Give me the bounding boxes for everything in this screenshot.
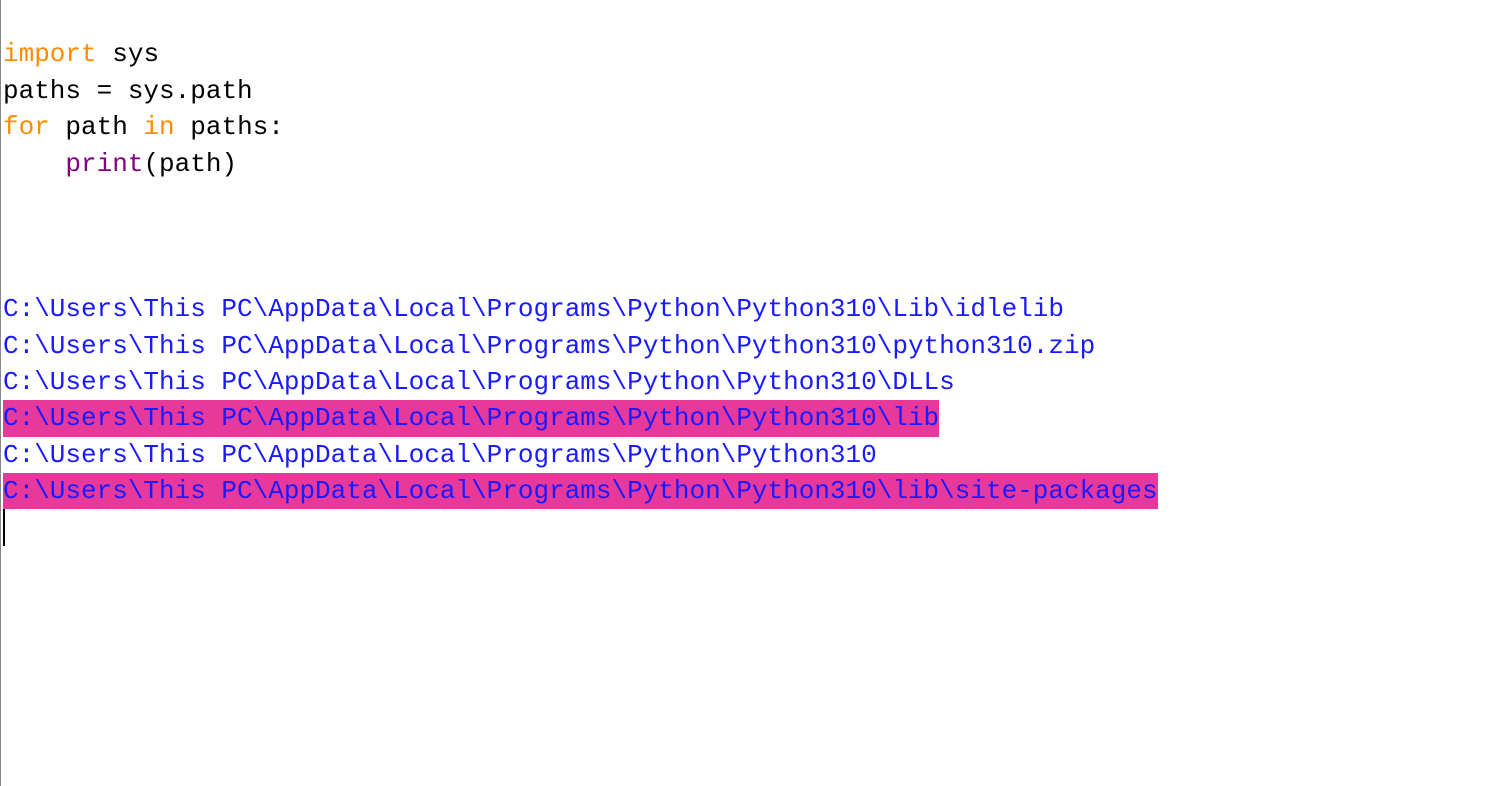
iterable: paths: — [190, 112, 284, 142]
code-line-3: for path in paths: — [3, 109, 1506, 145]
keyword-for: for — [3, 112, 50, 142]
path-output-highlighted: C:\Users\This PC\AppData\Local\Programs\… — [3, 473, 1158, 509]
path-output: C:\Users\This PC\AppData\Local\Programs\… — [3, 364, 955, 400]
path-output-highlighted: C:\Users\This PC\AppData\Local\Programs\… — [3, 400, 939, 436]
module-name: sys — [112, 39, 159, 69]
output-line-4: C:\Users\This PC\AppData\Local\Programs\… — [3, 400, 1506, 436]
output-line-5: C:\Users\This PC\AppData\Local\Programs\… — [3, 437, 1506, 473]
keyword-import: import — [3, 39, 97, 69]
blank-line — [3, 218, 1506, 254]
text-cursor — [3, 509, 5, 545]
builtin-print: print — [65, 149, 143, 179]
code-line-2: paths = sys.path — [3, 73, 1506, 109]
argument: path — [159, 149, 221, 179]
keyword-in: in — [143, 112, 174, 142]
code-text — [97, 39, 113, 69]
indent — [3, 149, 65, 179]
code-text — [50, 112, 66, 142]
code-text — [175, 112, 191, 142]
code-line-4: print(path) — [3, 146, 1506, 182]
output-line-3: C:\Users\This PC\AppData\Local\Programs\… — [3, 364, 1506, 400]
expression: sys.path — [128, 76, 253, 106]
blank-line — [3, 182, 1506, 218]
blank-line — [3, 255, 1506, 291]
output-line-1: C:\Users\This PC\AppData\Local\Programs\… — [3, 291, 1506, 327]
code-editor-pane[interactable]: import syspaths = sys.pathfor path in pa… — [0, 0, 1506, 786]
paren: ) — [221, 149, 237, 179]
code-text: = — [81, 76, 128, 106]
path-output: C:\Users\This PC\AppData\Local\Programs\… — [3, 328, 1095, 364]
loop-variable: path — [65, 112, 127, 142]
path-output: C:\Users\This PC\AppData\Local\Programs\… — [3, 291, 1064, 327]
output-line-2: C:\Users\This PC\AppData\Local\Programs\… — [3, 328, 1506, 364]
cursor-line — [3, 509, 1506, 549]
code-text — [128, 112, 144, 142]
path-output: C:\Users\This PC\AppData\Local\Programs\… — [3, 437, 877, 473]
variable-name: paths — [3, 76, 81, 106]
output-line-6: C:\Users\This PC\AppData\Local\Programs\… — [3, 473, 1506, 509]
paren: ( — [143, 149, 159, 179]
code-line-1: import sys — [3, 36, 1506, 72]
